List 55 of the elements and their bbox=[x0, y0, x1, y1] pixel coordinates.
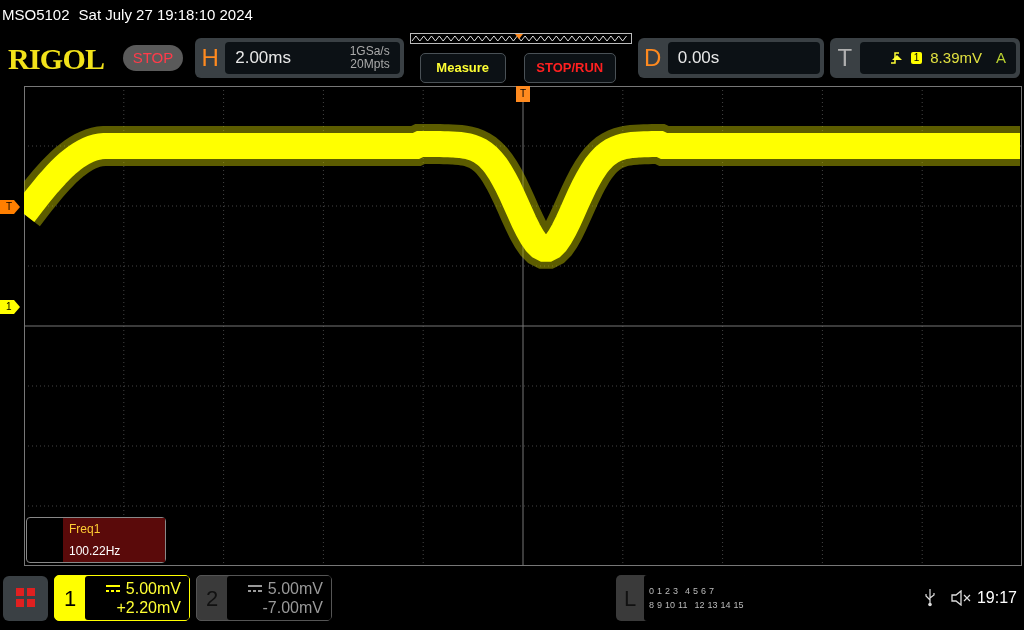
grid-icon bbox=[15, 588, 36, 608]
digital-channel-label: 11 bbox=[678, 600, 688, 610]
digital-channel-label: 14 bbox=[720, 600, 731, 610]
measurement-card[interactable]: Freq1 100.22Hz bbox=[26, 517, 166, 563]
digital-channel-label: 7 bbox=[709, 586, 715, 596]
run-state-badge: STOP bbox=[122, 44, 184, 72]
channel-offset-marker[interactable]: 1 bbox=[0, 300, 20, 314]
delay-panel[interactable]: D 0.00s bbox=[637, 38, 824, 78]
usb-icon bbox=[924, 589, 935, 607]
rising-edge-icon bbox=[890, 52, 903, 64]
digital-channel-label: 13 bbox=[707, 600, 718, 610]
horizontal-panel[interactable]: H 2.00ms 1GSa/s 20Mpts bbox=[195, 38, 404, 78]
digital-channel-label: 6 bbox=[701, 586, 707, 596]
digital-channel-label: 2 bbox=[665, 586, 671, 596]
trigger-level: 8.39mV bbox=[930, 47, 982, 68]
digital-channel-label: 5 bbox=[693, 586, 699, 596]
model-name: MSO5102 bbox=[2, 4, 70, 25]
clock-time: 19:17 bbox=[976, 588, 1018, 608]
vertical-offset: -7.00mV bbox=[262, 598, 323, 617]
trigger-letter: T bbox=[836, 43, 854, 73]
home-button[interactable] bbox=[3, 575, 48, 621]
digital-channel-label: 15 bbox=[733, 600, 744, 610]
channel-number: 1 bbox=[62, 584, 78, 613]
digital-channel-label: 3 bbox=[673, 586, 679, 596]
trigger-position-marker: T bbox=[516, 86, 530, 102]
digital-channel-label: 8 bbox=[649, 600, 654, 610]
timebase-value: 2.00ms bbox=[235, 47, 291, 70]
channel-offset-marker[interactable]: T bbox=[0, 200, 20, 214]
vertical-scale: 5.00mV bbox=[267, 579, 323, 598]
vertical-scale: 5.00mV bbox=[125, 579, 181, 598]
speaker-muted-icon[interactable] bbox=[950, 590, 971, 606]
dc-coupling-icon bbox=[105, 585, 120, 592]
delay-letter: D bbox=[643, 43, 663, 73]
stop-run-button[interactable]: STOP/RUN bbox=[523, 53, 616, 83]
date-time: Sat July 27 19:18:10 2024 bbox=[78, 4, 253, 25]
digital-channel-label: 10 bbox=[665, 600, 676, 610]
measure-button[interactable]: Measure bbox=[419, 53, 506, 83]
sample-rate: 1GSa/s bbox=[349, 45, 390, 58]
trigger-panel[interactable]: T 1 8.39mV A bbox=[829, 38, 1020, 78]
memory-depth: 20Mpts bbox=[350, 58, 390, 71]
vertical-offset: +2.20mV bbox=[116, 598, 181, 617]
measurement-name: Freq1 bbox=[69, 521, 102, 538]
trigger-source-badge: 1 bbox=[910, 52, 923, 64]
digital-channel-label: 4 bbox=[685, 586, 691, 596]
delay-value: 0.00s bbox=[677, 47, 720, 70]
digital-channel-label: 9 bbox=[657, 600, 663, 610]
brand-logo: RIGOL bbox=[8, 40, 106, 77]
trigger-mode: A bbox=[996, 47, 1006, 68]
digital-channel-label: 0 bbox=[649, 586, 654, 596]
measurement-value: 100.22Hz bbox=[69, 543, 122, 560]
digital-channel-label: 12 bbox=[694, 600, 705, 610]
dc-coupling-icon bbox=[247, 585, 262, 592]
digital-channel-label: 1 bbox=[657, 586, 663, 596]
horizontal-letter: H bbox=[200, 43, 220, 73]
channel-panel[interactable]: 1 5.00mV +2.20mV bbox=[54, 575, 190, 621]
